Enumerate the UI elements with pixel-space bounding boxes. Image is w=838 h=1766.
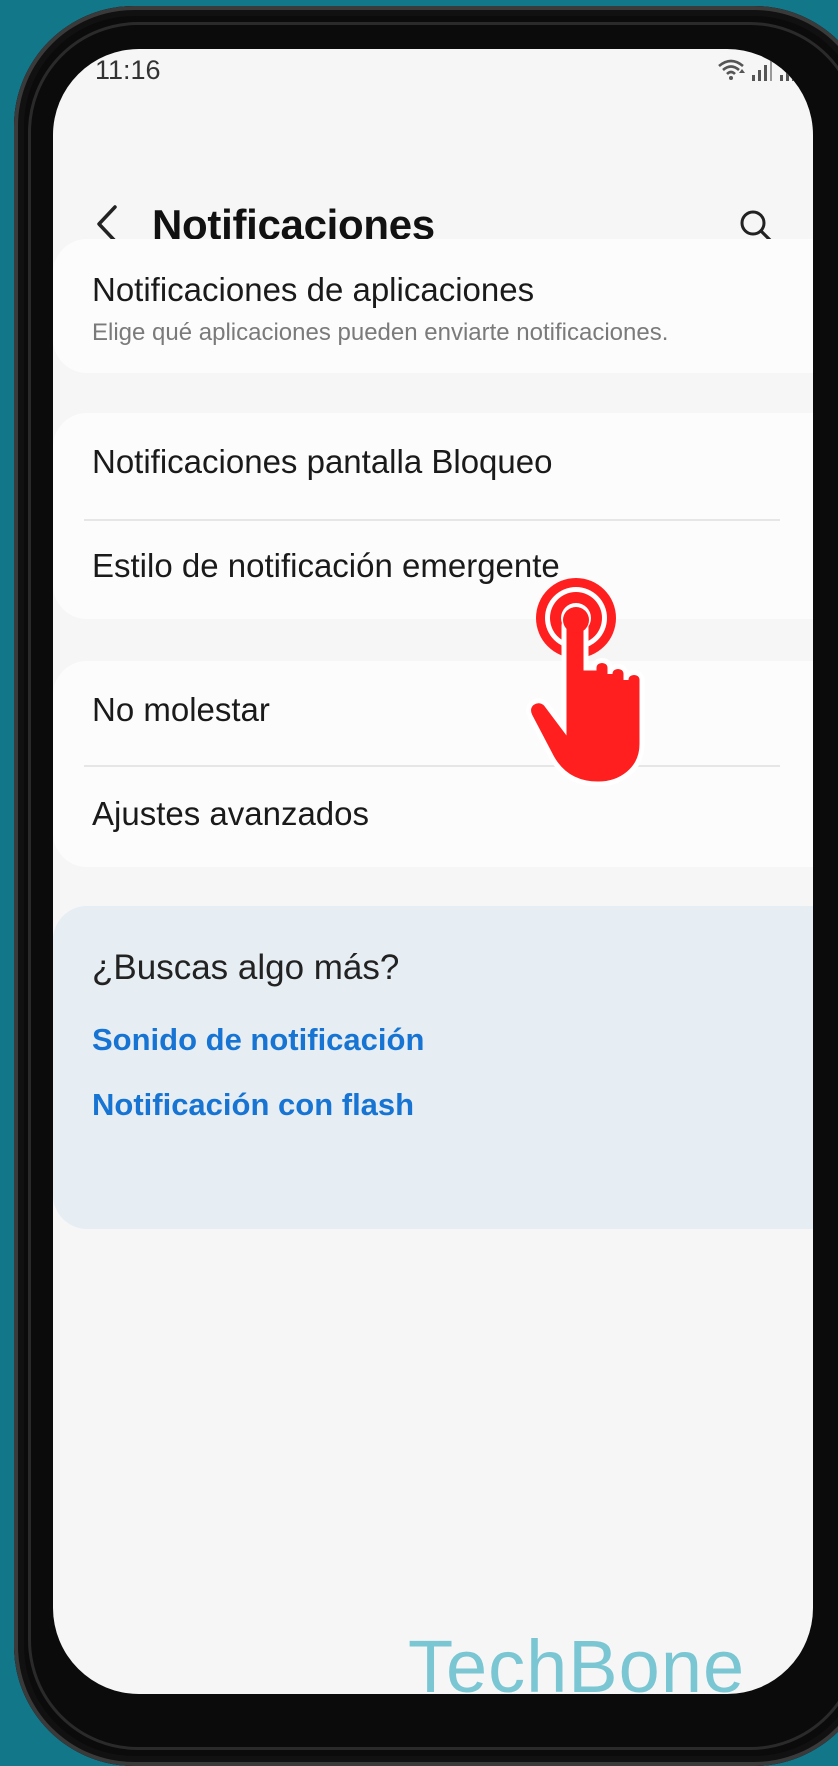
suggestions-title: ¿Buscas algo más? <box>92 948 400 987</box>
status-time: 11:16 <box>95 55 161 85</box>
status-bar: 11:16 <box>53 49 813 109</box>
popup-style-item[interactable]: Estilo de notificación emergente <box>92 547 560 585</box>
app-notifications-card[interactable]: Notificaciones de aplicaciones Elige qué… <box>53 239 813 373</box>
settings-card: No molestar Ajustes avanzados <box>53 661 813 867</box>
chevron-left-icon <box>97 205 117 243</box>
flash-notification-link[interactable]: Notificación con flash <box>92 1087 414 1123</box>
notification-style-card: Notificaciones pantalla Bloqueo Estilo d… <box>53 413 813 619</box>
signal-icon <box>780 60 800 81</box>
signal-icon <box>752 60 772 81</box>
wifi-icon <box>718 59 745 80</box>
lock-screen-notifications-item[interactable]: Notificaciones pantalla Bloqueo <box>92 443 552 481</box>
do-not-disturb-item[interactable]: No molestar <box>92 691 270 729</box>
advanced-settings-item[interactable]: Ajustes avanzados <box>92 795 369 833</box>
app-notifications-title[interactable]: Notificaciones de aplicaciones <box>92 271 534 309</box>
divider <box>84 519 780 521</box>
divider <box>84 765 780 767</box>
suggestions-card: ¿Buscas algo más? Sonido de notificación… <box>53 906 813 1229</box>
app-notifications-subtitle: Elige qué aplicaciones pueden enviarte n… <box>92 319 669 346</box>
phone-screen: 11:16 Notificaciones Notificaciones de a… <box>53 49 813 1694</box>
notification-sound-link[interactable]: Sonido de notificación <box>92 1022 424 1058</box>
watermark-logo: TechBone <box>408 1625 746 1694</box>
status-icons <box>717 57 813 81</box>
battery-icon <box>808 57 813 80</box>
